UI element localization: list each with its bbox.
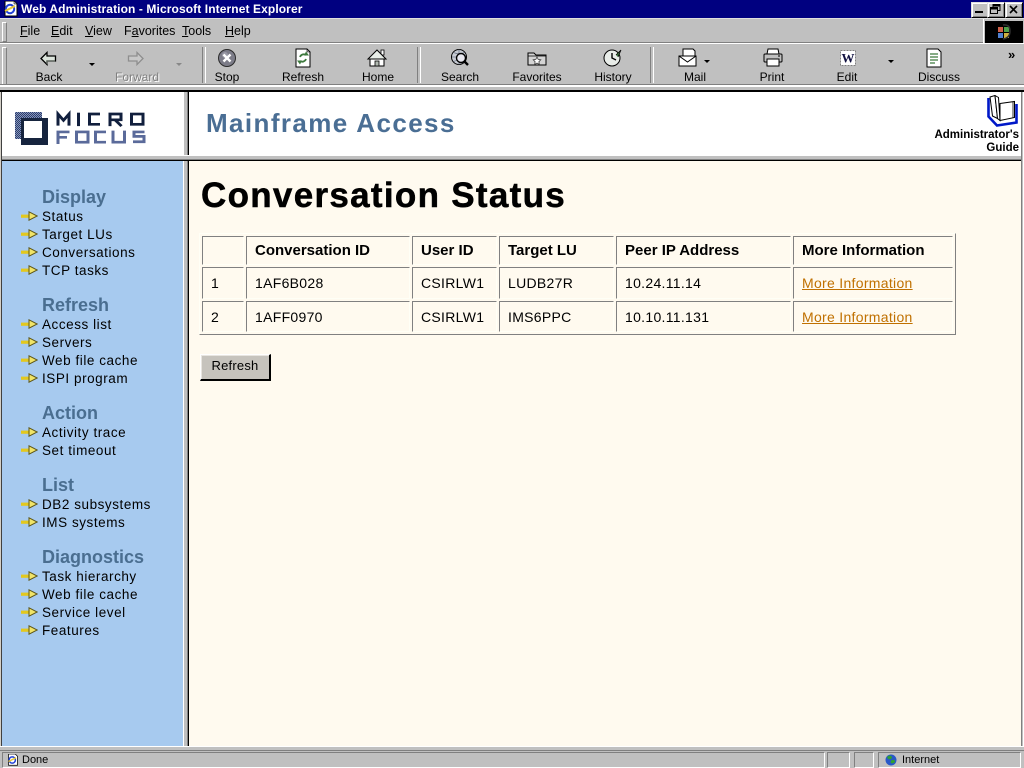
svg-text:W: W [842,51,855,66]
